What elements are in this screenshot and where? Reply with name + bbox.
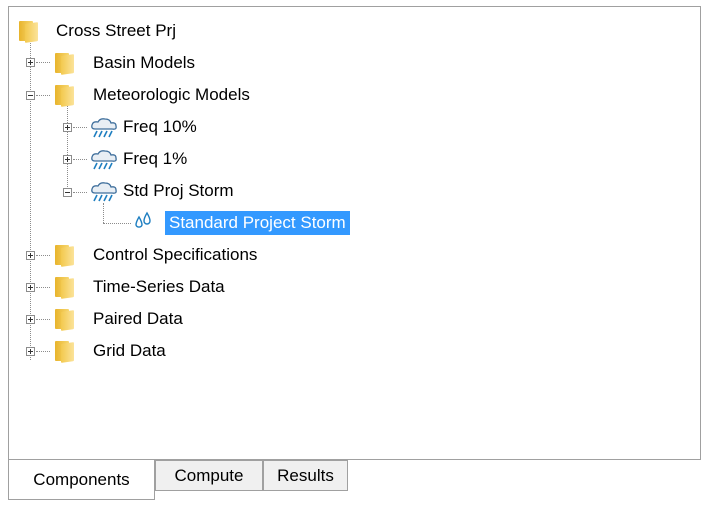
expand-freq10-icon[interactable] <box>63 123 72 132</box>
tab-components[interactable]: Components <box>8 460 155 500</box>
folder-icon <box>53 243 75 267</box>
tree-hline <box>36 255 50 256</box>
tree-hline <box>73 127 87 128</box>
expand-control-specifications-icon[interactable] <box>26 251 35 260</box>
folder-icon <box>53 275 75 299</box>
expand-freq1-icon[interactable] <box>63 155 72 164</box>
folder-icon <box>53 51 75 75</box>
water-drops-icon <box>135 211 151 228</box>
tab-results[interactable]: Results <box>263 460 348 491</box>
expand-grid-data-icon[interactable] <box>26 347 35 356</box>
tree-item-control-specifications[interactable]: Control Specifications <box>93 243 257 267</box>
tree-item-standard-project-storm[interactable]: Standard Project Storm <box>165 211 350 235</box>
rain-cloud-icon <box>91 182 117 202</box>
tree-item-time-series-data[interactable]: Time-Series Data <box>93 275 225 299</box>
collapse-meteorologic-models-icon[interactable] <box>26 91 35 100</box>
tab-compute[interactable]: Compute <box>155 460 263 491</box>
tree-item-freq-10[interactable]: Freq 10% <box>123 115 197 139</box>
tree-hline <box>36 351 50 352</box>
folder-icon <box>53 307 75 331</box>
expand-time-series-data-icon[interactable] <box>26 283 35 292</box>
tree-item-paired-data[interactable]: Paired Data <box>93 307 183 331</box>
tree-line-met <box>67 105 68 193</box>
tree-hline <box>73 192 87 193</box>
tree-hline <box>73 159 87 160</box>
tree-item-freq-1[interactable]: Freq 1% <box>123 147 187 171</box>
tree-item-std-proj-storm[interactable]: Std Proj Storm <box>123 179 234 203</box>
folder-icon <box>53 83 75 107</box>
tree-hline <box>36 287 50 288</box>
rain-cloud-icon <box>91 150 117 170</box>
tree-hline <box>36 95 50 96</box>
folder-icon <box>17 19 39 43</box>
watershed-explorer-panel: Cross Street Prj Basin Models Meteorolog… <box>8 6 701 460</box>
tree-hline <box>36 319 50 320</box>
tree-hline <box>36 62 50 63</box>
tree-line-std <box>103 203 104 223</box>
tree-hline <box>103 223 131 224</box>
rain-cloud-icon <box>91 118 117 138</box>
tab-bar: Components Compute Results <box>8 460 701 500</box>
tree-item-basin-models[interactable]: Basin Models <box>93 51 195 75</box>
expand-basin-models-icon[interactable] <box>26 58 35 67</box>
expand-paired-data-icon[interactable] <box>26 315 35 324</box>
tree-item-grid-data[interactable]: Grid Data <box>93 339 166 363</box>
folder-icon <box>53 339 75 363</box>
tree-item-meteorologic-models[interactable]: Meteorologic Models <box>93 83 250 107</box>
tree-root-label[interactable]: Cross Street Prj <box>56 19 176 43</box>
collapse-std-proj-storm-icon[interactable] <box>63 188 72 197</box>
